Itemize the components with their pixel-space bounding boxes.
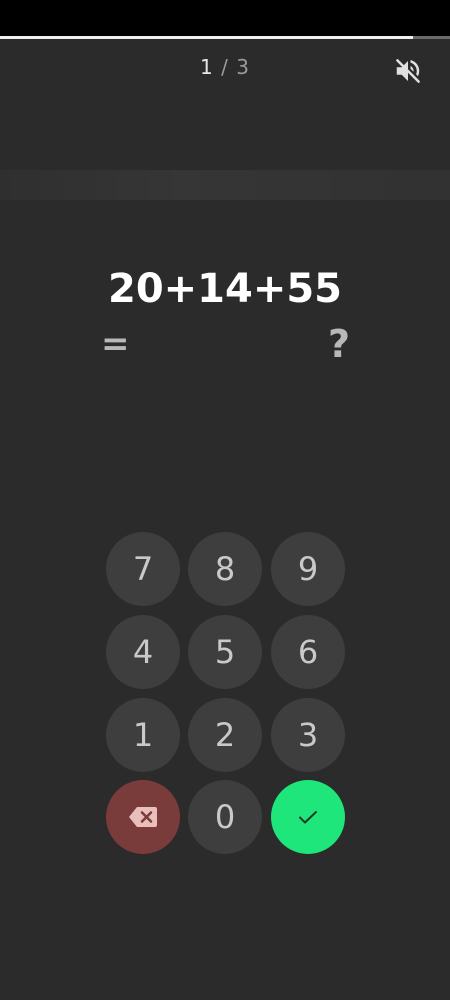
equals-sign: = xyxy=(101,324,130,364)
question-counter: 1 / 3 xyxy=(0,55,450,79)
mute-button[interactable] xyxy=(392,56,424,86)
check-icon xyxy=(299,811,317,824)
key-2[interactable]: 2 xyxy=(188,698,262,772)
backspace-icon xyxy=(129,807,157,827)
key-7[interactable]: 7 xyxy=(106,532,180,606)
key-9[interactable]: 9 xyxy=(271,532,345,606)
answer-placeholder: ? xyxy=(328,322,351,366)
counter-total: 3 xyxy=(236,55,250,79)
counter-current: 1 xyxy=(200,55,214,79)
counter-separator: / xyxy=(213,55,237,79)
key-3[interactable]: 3 xyxy=(271,698,345,772)
volume-off-icon xyxy=(396,59,420,83)
status-bar xyxy=(0,0,450,36)
progress-fill xyxy=(0,36,413,39)
key-6[interactable]: 6 xyxy=(271,615,345,689)
backspace-button[interactable] xyxy=(106,780,180,854)
submit-button[interactable] xyxy=(271,780,345,854)
key-4[interactable]: 4 xyxy=(106,615,180,689)
progress-bar xyxy=(0,36,450,39)
key-8[interactable]: 8 xyxy=(188,532,262,606)
key-0[interactable]: 0 xyxy=(188,780,262,854)
math-expression: 20+14+55 xyxy=(107,266,343,312)
key-5[interactable]: 5 xyxy=(188,615,262,689)
key-1[interactable]: 1 xyxy=(106,698,180,772)
background-band xyxy=(0,170,450,200)
